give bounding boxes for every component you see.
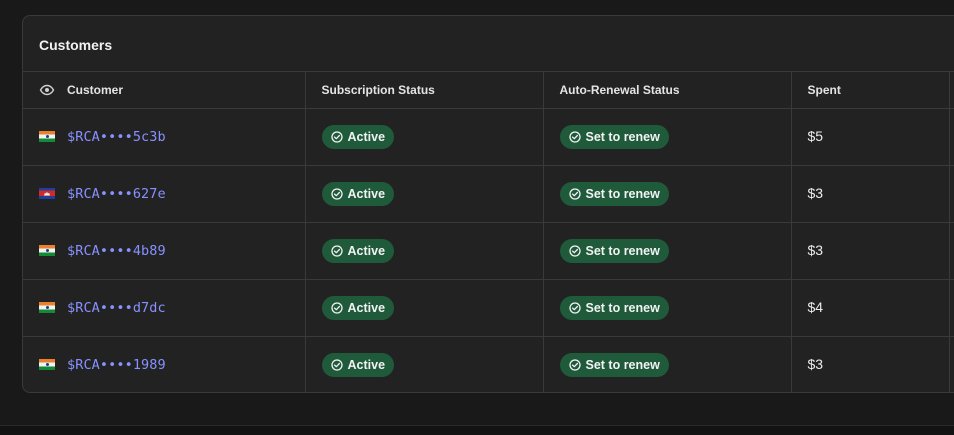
customer-id-link[interactable]: $RCA••••1989 (67, 357, 166, 373)
subscription-status-label: Active (347, 243, 386, 258)
subscription-status-label: Active (347, 186, 386, 201)
table-row[interactable]: $RCA••••627e Active Set to renew $3 (23, 165, 954, 223)
table-row[interactable]: $RCA••••d7dc Active Set to renew $4 (23, 279, 954, 337)
subscription-status-badge: Active (321, 352, 395, 377)
subscription-status-cell: Active (305, 165, 544, 223)
auto-renewal-status-badge: Set to renew (559, 181, 669, 206)
subscription-status-label: Active (347, 129, 386, 144)
card-header: Customers (23, 16, 954, 72)
subscription-status-badge: Active (321, 124, 395, 149)
spent-value: $3 (807, 241, 824, 258)
column-header-auto-renewal-status[interactable]: Auto-Renewal Status (543, 72, 792, 109)
spent-cell: $3 (791, 165, 950, 223)
spent-cell: $5 (791, 108, 950, 166)
customer-cell: $RCA••••5c3b (23, 108, 306, 166)
auto-renewal-status-label: Set to renew (585, 357, 660, 372)
auto-renewal-status-cell: Set to renew (543, 336, 792, 392)
subscription-status-cell: Active (305, 222, 544, 280)
eye-icon[interactable] (39, 84, 55, 96)
customer-id-link[interactable]: $RCA••••4b89 (67, 243, 166, 259)
spent-value: $3 (807, 184, 824, 201)
table-row[interactable]: $RCA••••4b89 Active Set to renew $3 (23, 222, 954, 280)
india-flag-icon (39, 245, 55, 256)
check-circle-icon (568, 301, 581, 314)
auto-renewal-status-label: Set to renew (585, 243, 660, 258)
card-title: Customers (39, 36, 113, 53)
cambodia-flag-icon (39, 188, 55, 199)
column-header-spent[interactable]: Spent (791, 72, 950, 109)
check-circle-icon (568, 187, 581, 200)
check-circle-icon (330, 244, 343, 257)
overflow-cell (949, 336, 954, 392)
auto-renewal-status-badge: Set to renew (559, 295, 669, 320)
customer-id-link[interactable]: $RCA••••627e (67, 186, 166, 202)
subscription-status-badge: Active (321, 295, 395, 320)
subscription-status-cell: Active (305, 279, 544, 337)
auto-renewal-status-label: Set to renew (585, 300, 660, 315)
auto-renewal-status-badge: Set to renew (559, 238, 669, 263)
india-flag-icon (39, 131, 55, 142)
table-row[interactable]: $RCA••••1989 Active Set to renew $3 (23, 336, 954, 392)
spent-value: $4 (807, 298, 824, 315)
customer-cell: $RCA••••627e (23, 165, 306, 223)
customer-cell: $RCA••••1989 (23, 336, 306, 392)
auto-renewal-status-cell: Set to renew (543, 165, 792, 223)
auto-renewal-status-cell: Set to renew (543, 279, 792, 337)
customer-cell: $RCA••••4b89 (23, 222, 306, 280)
customer-id-link[interactable]: $RCA••••d7dc (67, 300, 166, 316)
column-header-label: Customer (67, 82, 124, 97)
subscription-status-cell: Active (305, 336, 544, 392)
subscription-status-label: Active (347, 300, 386, 315)
check-circle-icon (330, 301, 343, 314)
spent-cell: $3 (791, 222, 950, 280)
customer-cell: $RCA••••d7dc (23, 279, 306, 337)
india-flag-icon (39, 302, 55, 313)
overflow-cell (949, 165, 954, 223)
auto-renewal-status-cell: Set to renew (543, 108, 792, 166)
column-header-subscription-status[interactable]: Subscription Status (305, 72, 544, 109)
auto-renewal-status-label: Set to renew (585, 129, 660, 144)
check-circle-icon (568, 244, 581, 257)
spent-cell: $4 (791, 279, 950, 337)
auto-renewal-status-cell: Set to renew (543, 222, 792, 280)
check-circle-icon (330, 187, 343, 200)
overflow-cell (949, 108, 954, 166)
table-row[interactable]: $RCA••••5c3b Active Set to renew $5 (23, 108, 954, 166)
spent-value: $5 (807, 127, 824, 144)
auto-renewal-status-badge: Set to renew (559, 352, 669, 377)
overflow-cell (949, 279, 954, 337)
spent-value: $3 (807, 355, 824, 372)
check-circle-icon (330, 130, 343, 143)
auto-renewal-status-badge: Set to renew (559, 124, 669, 149)
column-header-overflow (949, 72, 954, 109)
check-circle-icon (568, 130, 581, 143)
subscription-status-label: Active (347, 357, 386, 372)
subscription-status-badge: Active (321, 238, 395, 263)
india-flag-icon (39, 359, 55, 371)
table-header-row: Customer Subscription Status Auto-Renewa… (23, 72, 954, 109)
overflow-cell (949, 222, 954, 280)
subscription-status-cell: Active (305, 108, 544, 166)
column-header-customer[interactable]: Customer (23, 72, 306, 109)
subscription-status-badge: Active (321, 181, 395, 206)
customer-id-link[interactable]: $RCA••••5c3b (67, 129, 166, 145)
customers-card: Customers Customer Subscription Status A… (22, 15, 954, 393)
customers-table: Customer Subscription Status Auto-Renewa… (23, 72, 954, 392)
check-circle-icon (330, 359, 343, 371)
spent-cell: $3 (791, 336, 950, 392)
auto-renewal-status-label: Set to renew (585, 186, 660, 201)
check-circle-icon (568, 359, 581, 371)
